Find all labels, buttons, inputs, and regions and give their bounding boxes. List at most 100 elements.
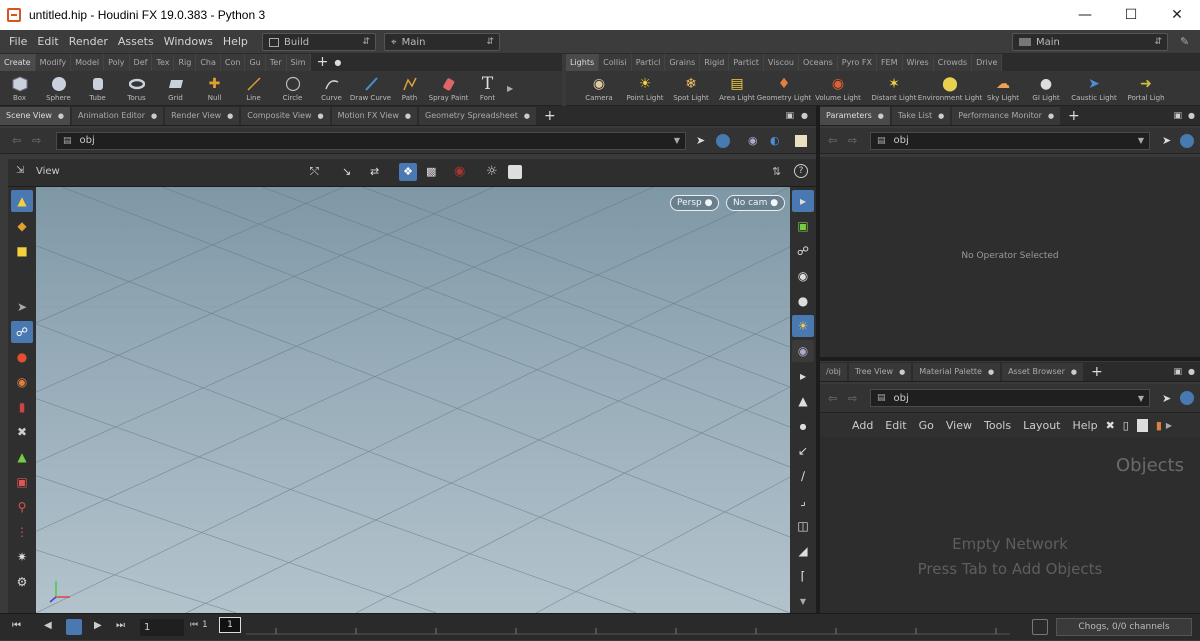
timeline-ruler[interactable] (246, 614, 1010, 641)
net-scroll-arrow-icon[interactable]: ▶ (1166, 421, 1172, 430)
tool-tube[interactable]: Tube (78, 75, 117, 102)
link-icon[interactable] (1180, 133, 1194, 148)
shelf-tab-particles[interactable]: Particl (631, 54, 666, 71)
range-start-field[interactable]: 1 (202, 620, 208, 630)
tab-geometry-spreadsheet[interactable]: Geometry Spreadsheet ● (419, 106, 536, 125)
pose-tool-icon[interactable]: ✖ (11, 421, 33, 443)
background-icon[interactable] (508, 165, 522, 179)
tab-composite-view[interactable]: Composite View ● (241, 106, 330, 125)
tool-circle[interactable]: Circle (273, 75, 312, 102)
shelf-tab-rigging[interactable]: Rig (174, 54, 197, 71)
settings-gear-icon[interactable]: ⚙ (11, 571, 33, 593)
handle-tool-icon[interactable]: ▲ (11, 446, 33, 468)
tool-geometry-light[interactable]: ♦ Geometry Light (757, 75, 812, 102)
tab-menu-icon[interactable]: ● (58, 112, 64, 120)
view-tool-icon[interactable]: ▣ (11, 471, 33, 493)
tool-environment-light[interactable]: ⬤ Environment Light (918, 75, 982, 102)
add-shelf-tab-icon[interactable]: + (317, 54, 329, 71)
pane-maximize-icon[interactable]: ▣ (785, 111, 794, 121)
right-workspace-select[interactable]: Main ⇵ (1012, 33, 1168, 51)
scene-viewport[interactable]: Persp ● No cam ● (36, 187, 790, 613)
back-arrow-icon[interactable]: ⇦ (828, 134, 837, 147)
menu-assets[interactable]: Assets (113, 35, 159, 48)
forward-arrow-icon[interactable]: ⇨ (32, 134, 41, 147)
network-editor[interactable]: Objects Empty Network Press Tab to Add O… (820, 437, 1200, 613)
path-dropdown-icon[interactable]: ▼ (1138, 394, 1144, 403)
snapshot-icon[interactable]: ◐ (770, 134, 780, 147)
path-dropdown-icon[interactable]: ▼ (1138, 136, 1144, 145)
pane-divider-horizontal[interactable] (820, 357, 1200, 361)
tool-distant-light[interactable]: ✶ Distant Light (868, 75, 920, 102)
add-pane-tab-icon[interactable]: + (1068, 108, 1080, 124)
strip-expand-icon[interactable]: ▼ (792, 590, 814, 612)
forward-arrow-icon[interactable]: ⇨ (848, 134, 857, 147)
shelf-tab-poly[interactable]: Poly (104, 54, 130, 71)
network-path-field[interactable]: ▤ obj ▼ (870, 389, 1150, 407)
start-frame-field[interactable]: ⏮ (190, 620, 198, 630)
menu-windows[interactable]: Windows (159, 35, 218, 48)
tab-menu-icon[interactable]: ● (1071, 368, 1077, 376)
tool-gi-light[interactable]: ● GI Light (1026, 75, 1066, 102)
lights-icon[interactable]: ☼ (486, 164, 498, 179)
shelf-tab-character[interactable]: Cha (196, 54, 221, 71)
net-menu-tools[interactable]: Tools (978, 419, 1017, 432)
tab-animation-editor[interactable]: Animation Editor ● (72, 106, 164, 125)
magnet-tool-icon[interactable]: ⚲ (11, 496, 33, 518)
shelf-scroll-arrow-icon[interactable]: ▶ (507, 84, 513, 93)
erase-icon[interactable]: ◫ (792, 515, 814, 537)
tab-network-view[interactable]: /obj (820, 362, 847, 381)
tab-menu-icon[interactable]: ● (151, 112, 157, 120)
minimize-button[interactable]: — (1062, 0, 1108, 30)
menu-help[interactable]: Help (218, 35, 253, 48)
tab-parameters[interactable]: Parameters ● (820, 106, 890, 125)
path-dropdown-icon[interactable]: ▼ (674, 136, 680, 145)
tab-menu-icon[interactable]: ● (227, 112, 233, 120)
tab-motion-fx-view[interactable]: Motion FX View ● (331, 106, 418, 125)
viewport-layout-icon[interactable]: ⇅ (772, 165, 781, 178)
paint-tool-icon[interactable]: ● (11, 346, 33, 368)
tab-menu-icon[interactable]: ● (1048, 112, 1054, 120)
eraser-tool-icon[interactable]: ▮ (11, 396, 33, 418)
shelf-tab-lights[interactable]: Lights (566, 54, 600, 71)
shelf-tab-simple[interactable]: Sim (286, 54, 311, 71)
help-icon[interactable]: ? (794, 164, 808, 178)
tab-menu-icon[interactable]: ● (524, 112, 530, 120)
tab-scene-view[interactable]: Scene View ● (0, 106, 71, 125)
menu-edit[interactable]: Edit (32, 35, 63, 48)
net-menu-layout[interactable]: Layout (1017, 419, 1066, 432)
shelf-menu-dot-icon[interactable]: ● (334, 54, 341, 71)
menu-render[interactable]: Render (64, 35, 113, 48)
tab-menu-icon[interactable]: ● (318, 112, 324, 120)
viewer-mode-icon[interactable]: ⇲ (16, 165, 24, 176)
no-cam-button[interactable]: No cam ● (726, 195, 786, 211)
tab-tree-view[interactable]: Tree View ● (848, 362, 912, 381)
flag-icon[interactable]: ▮ (1156, 419, 1162, 432)
tools-cross-icon[interactable]: ✖ (1106, 419, 1115, 432)
line-snap-icon[interactable]: ∕ (792, 465, 814, 487)
point-snap-icon[interactable]: ● (792, 415, 814, 437)
edge-icon[interactable]: ↙ (792, 440, 814, 462)
tab-asset-browser[interactable]: Asset Browser ● (1002, 362, 1083, 381)
pin-icon[interactable]: ➤ (1162, 392, 1171, 405)
shelf-tab-rigid[interactable]: Rigid (700, 54, 730, 71)
tab-menu-icon[interactable]: ● (899, 368, 905, 376)
tool-area-light[interactable]: ▤ Area Light (714, 75, 760, 102)
net-menu-add[interactable]: Add (846, 419, 879, 432)
tab-menu-icon[interactable]: ● (988, 368, 994, 376)
reference-plane-icon[interactable]: ▸ (792, 365, 814, 387)
jump-to-end-icon[interactable]: ⏭ (116, 620, 125, 631)
shelf-tab-create[interactable]: Create (0, 54, 36, 71)
channels-status[interactable]: Chogs, 0/0 channels (1056, 618, 1192, 636)
back-arrow-icon[interactable]: ⇦ (828, 392, 837, 405)
measure-tool-icon[interactable]: ⋮ (11, 521, 33, 543)
tool-sphere[interactable]: Sphere (39, 75, 78, 102)
background-image-icon[interactable]: ◉ (792, 340, 814, 362)
orient-tool-icon[interactable]: ✷ (11, 546, 33, 568)
tool-torus[interactable]: Torus (117, 75, 156, 102)
tool-curve[interactable]: Curve (312, 75, 351, 102)
link-icon[interactable] (716, 133, 730, 148)
headlight-icon[interactable]: ☀ (792, 315, 814, 337)
pane-menu-icon[interactable]: ● (801, 111, 808, 120)
tool-box[interactable]: Box (0, 75, 39, 102)
pane-menu-icon[interactable]: ● (1188, 367, 1195, 376)
